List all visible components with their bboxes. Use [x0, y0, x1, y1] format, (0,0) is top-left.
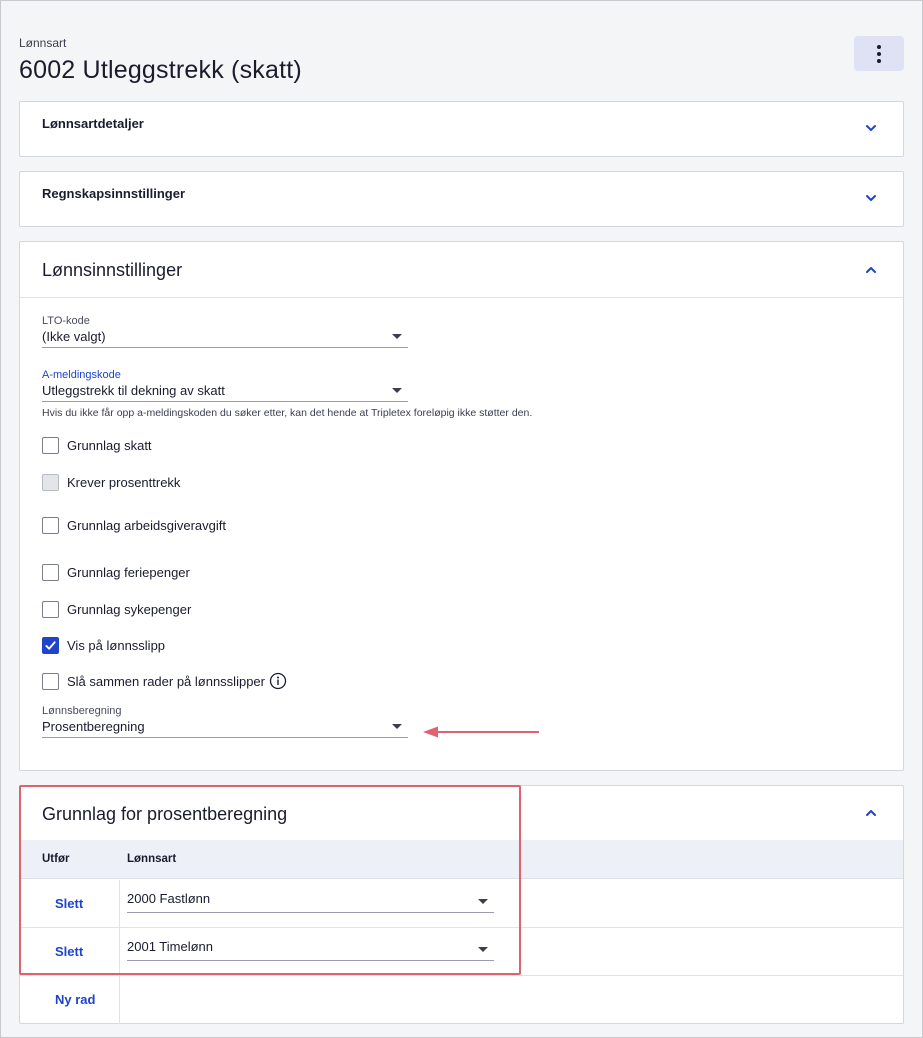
table-row: Slett 2001 Timelønn: [20, 928, 903, 976]
annotation-arrow-icon: [423, 726, 539, 738]
card-regnskapsinnstillinger[interactable]: Regnskapsinnstillinger: [19, 171, 904, 227]
table-row-new: Ny rad: [20, 976, 903, 1024]
checkbox-label: Grunnlag feriepenger: [67, 564, 190, 580]
chevron-up-icon[interactable]: [863, 805, 879, 821]
card-title: Lønnsartdetaljer: [42, 116, 144, 131]
dropdown-caret-icon: [392, 388, 402, 393]
new-row-button[interactable]: Ny rad: [55, 992, 95, 1007]
checkmark-icon: [45, 640, 56, 650]
section-title: Lønnsinnstillinger: [42, 260, 183, 280]
column-separator: [119, 880, 120, 927]
column-separator: [119, 976, 120, 1024]
grunnlag-sykepenger-checkbox[interactable]: [42, 600, 59, 618]
page-title: 6002 Utleggstrekk (skatt): [19, 56, 302, 84]
lonnsberegning-select[interactable]: Prosentberegning: [42, 716, 408, 738]
grunnlag-feriepenger-checkbox[interactable]: [42, 563, 59, 581]
checkbox-label: Krever prosenttrekk: [67, 474, 181, 490]
wage-type-value: 2000 Fastlønn: [127, 891, 211, 906]
page-frame: Lønnsart 6002 Utleggstrekk (skatt) Lønns…: [0, 0, 923, 1038]
section-title: Grunnlag for prosentberegning: [42, 804, 288, 824]
checkbox-row-grunnlag-feriepenger[interactable]: Grunnlag feriepenger: [42, 562, 190, 582]
card-title: Regnskapsinnstillinger: [42, 186, 186, 201]
dropdown-caret-icon: [478, 947, 488, 952]
vis-pa-lonnsslipp-checkbox[interactable]: [42, 636, 59, 654]
checkbox-row-krever-prosenttrekk: Krever prosenttrekk: [42, 472, 180, 492]
lto-code-value: (Ikke valgt): [42, 329, 106, 344]
krever-prosenttrekk-checkbox: [42, 473, 59, 491]
checkbox-row-grunnlag-skatt[interactable]: Grunnlag skatt: [42, 435, 152, 455]
checkbox-row-vis-pa-lonnsslipp[interactable]: Vis på lønnsslipp: [42, 635, 165, 655]
table-row: Slett 2000 Fastlønn: [20, 880, 903, 928]
chevron-down-icon[interactable]: [863, 190, 879, 206]
card-lonnsinnstillinger: Lønnsinnstillinger LTO-kode (Ikke valgt)…: [19, 241, 904, 771]
table-header: Utfør Lønnsart: [20, 840, 903, 879]
dropdown-caret-icon: [392, 724, 402, 729]
more-options-button[interactable]: [854, 36, 904, 71]
a-melding-code-value: Utleggstrekk til dekning av skatt: [42, 383, 225, 398]
checkbox-row-grunnlag-sykepenger[interactable]: Grunnlag sykepenger: [42, 599, 191, 619]
column-header-utfor: Utfør: [42, 853, 70, 865]
checkbox-label: Vis på lønnsslipp: [67, 637, 166, 653]
checkbox-label: Grunnlag arbeidsgiveravgift: [67, 517, 226, 533]
checkbox-label: Grunnlag skatt: [67, 437, 152, 453]
column-separator: [119, 928, 120, 975]
checkbox-label: Grunnlag sykepenger: [67, 601, 192, 617]
chevron-up-icon[interactable]: [863, 262, 879, 278]
grunnlag-arbeidsgiveravgift-checkbox[interactable]: [42, 516, 59, 534]
checkbox-row-grunnlag-arbeidsgiveravgift[interactable]: Grunnlag arbeidsgiveravgift: [42, 515, 226, 535]
delete-row-button[interactable]: Slett: [55, 896, 83, 911]
column-header-lonnsart: Lønnsart: [127, 853, 177, 865]
delete-row-button[interactable]: Slett: [55, 944, 83, 959]
checkbox-row-sla-sammen-rader[interactable]: Slå sammen rader på lønnsslipper: [42, 671, 287, 691]
lto-code-select[interactable]: (Ikke valgt): [42, 326, 408, 348]
wage-type-select[interactable]: 2001 Timelønn: [127, 936, 494, 961]
chevron-down-icon[interactable]: [863, 120, 879, 136]
info-icon[interactable]: [269, 672, 287, 690]
a-melding-help-text: Hvis du ikke får opp a-meldingskoden du …: [42, 407, 533, 419]
wage-type-value: 2001 Timelønn: [127, 939, 213, 954]
breadcrumb: Lønnsart: [19, 36, 67, 50]
a-melding-code-select[interactable]: Utleggstrekk til dekning av skatt: [42, 380, 408, 402]
divider: [20, 297, 903, 298]
card-lonnsartdetaljer[interactable]: Lønnsartdetaljer: [19, 101, 904, 157]
wage-type-select[interactable]: 2000 Fastlønn: [127, 888, 494, 913]
sla-sammen-rader-checkbox[interactable]: [42, 672, 59, 690]
card-grunnlag-prosentberegning: Grunnlag for prosentberegning Utfør Lønn…: [19, 785, 904, 1024]
kebab-menu-icon: [877, 44, 881, 63]
lonnsberegning-value: Prosentberegning: [42, 719, 145, 734]
checkbox-label: Slå sammen rader på lønnsslipper: [67, 673, 265, 689]
dropdown-caret-icon: [478, 899, 488, 904]
grunnlag-skatt-checkbox[interactable]: [42, 436, 59, 454]
dropdown-caret-icon: [392, 334, 402, 339]
